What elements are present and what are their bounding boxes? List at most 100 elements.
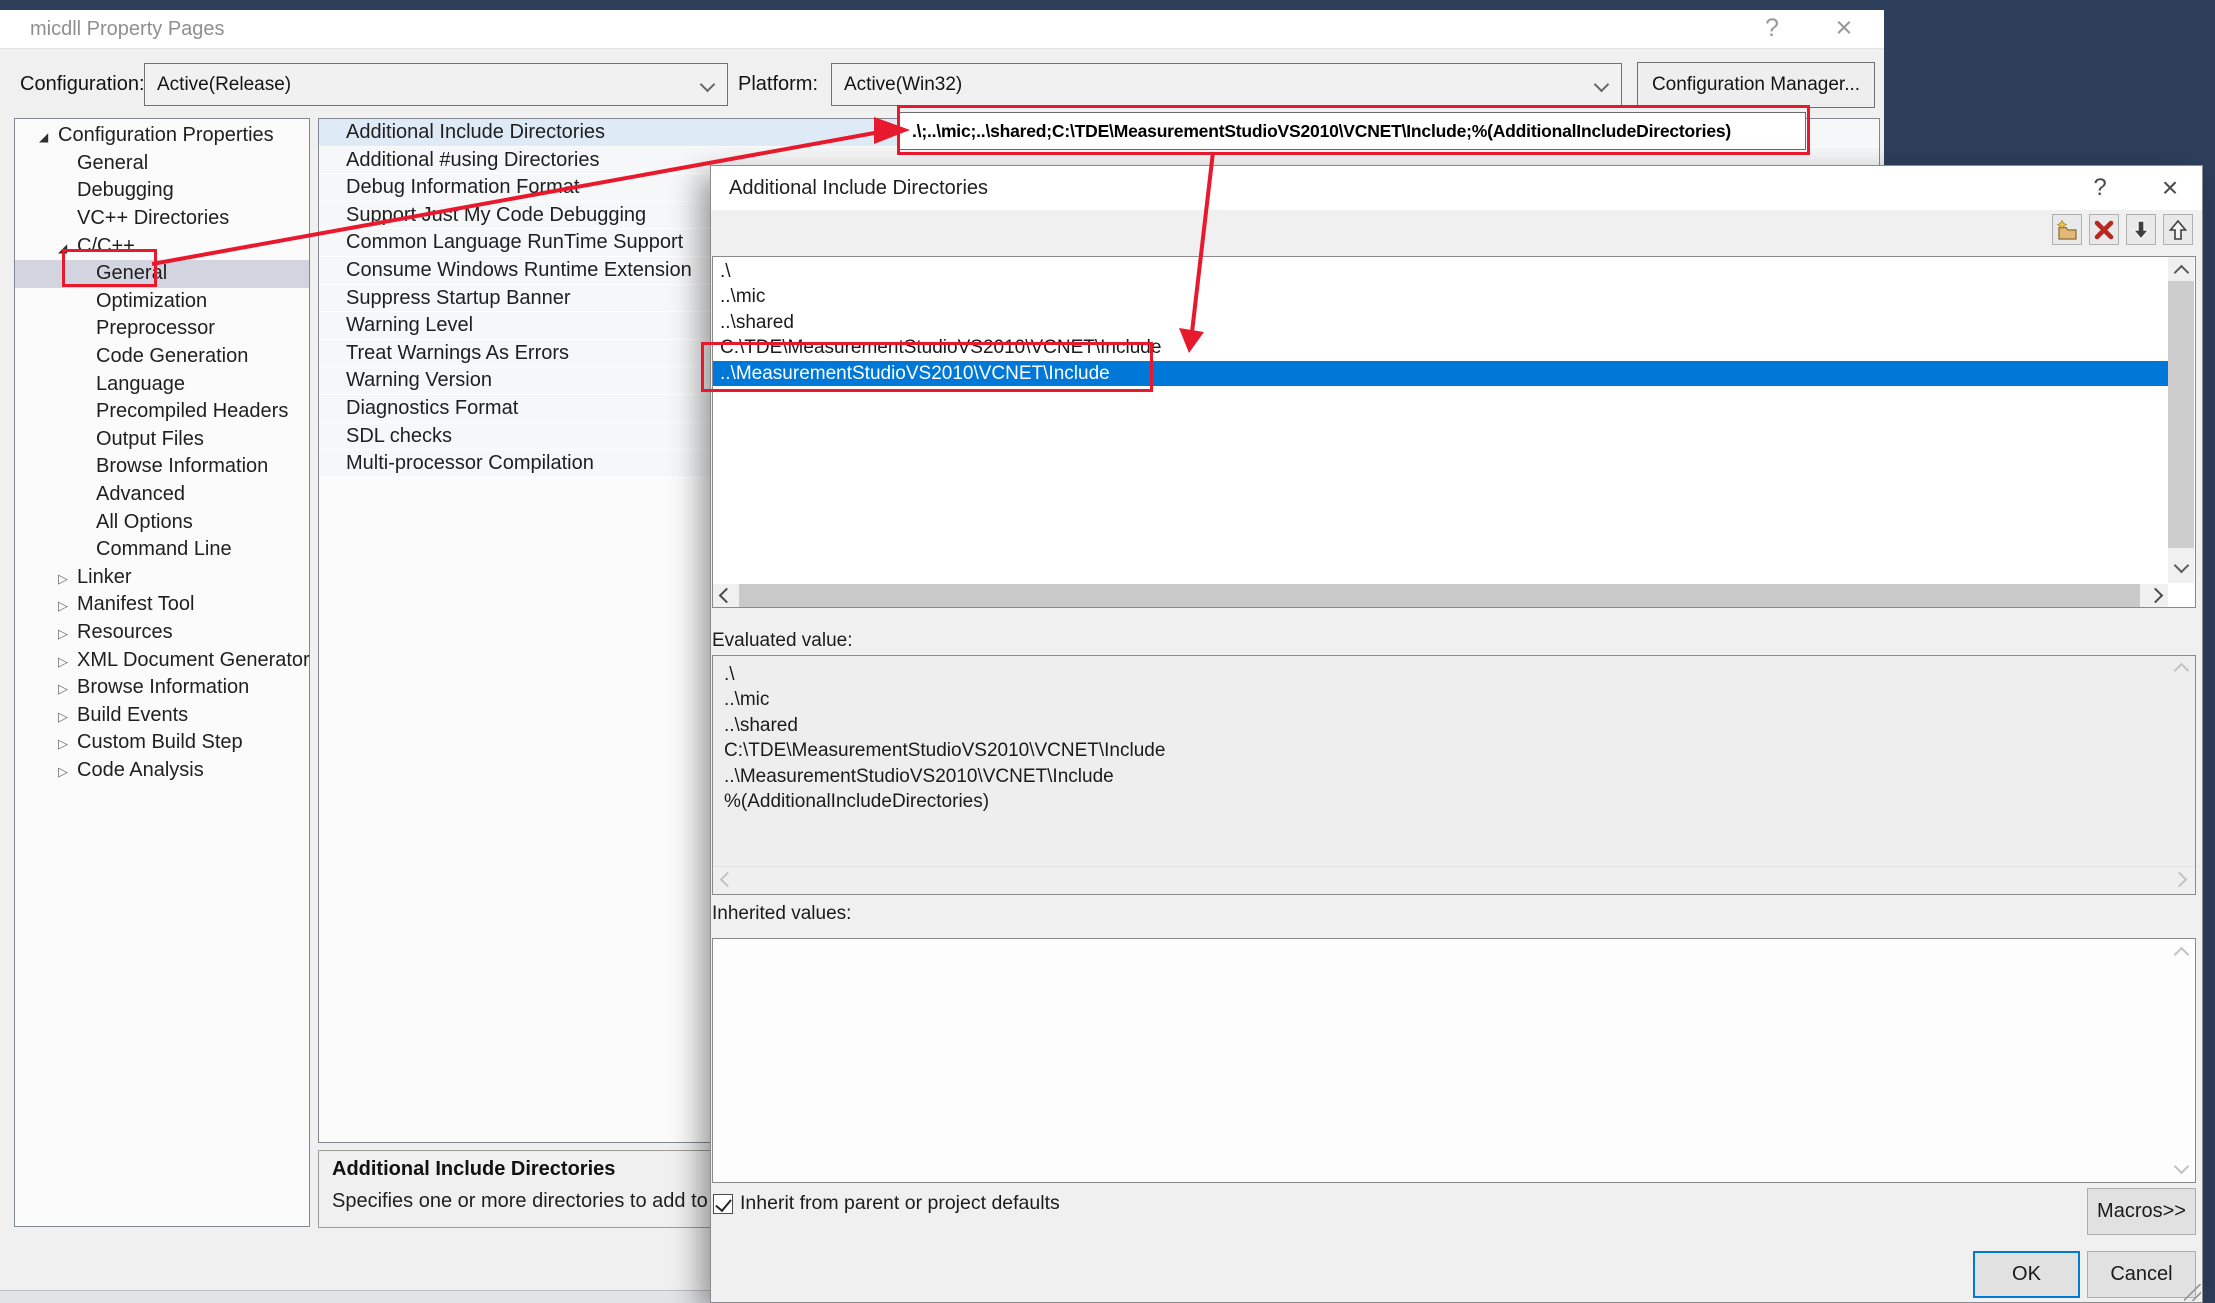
scroll-left-icon[interactable] <box>713 584 739 607</box>
inherit-defaults-checkbox[interactable] <box>713 1194 733 1214</box>
tree-item-label: VC++ Directories <box>77 207 229 230</box>
evaluated-value-lines: .\ ..\mic ..\shared C:\TDE\MeasurementSt… <box>724 662 1165 814</box>
directory-list-item[interactable]: ..\mic <box>713 284 2168 309</box>
scroll-right-icon[interactable] <box>2142 584 2168 607</box>
tree-item-language[interactable]: Language <box>15 370 309 398</box>
expand-arrow-icon[interactable] <box>58 593 77 616</box>
tree-item-linker[interactable]: Linker <box>15 564 309 592</box>
scroll-right-icon[interactable] <box>2166 866 2192 893</box>
tree-item-label: Preprocessor <box>96 317 215 340</box>
list-hscroll-thumb[interactable] <box>739 584 2140 607</box>
config-tree: Configuration PropertiesGeneralDebugging… <box>14 118 310 1227</box>
configuration-label: Configuration: <box>20 63 145 106</box>
close-icon[interactable]: × <box>1818 10 1870 48</box>
tree-item-optimization[interactable]: Optimization <box>15 288 309 316</box>
expand-arrow-icon[interactable] <box>58 759 77 782</box>
expand-arrow-icon[interactable] <box>58 704 77 727</box>
move-up-button[interactable] <box>2163 214 2193 245</box>
tree-item-general[interactable]: General <box>15 150 309 178</box>
tree-item-label: Optimization <box>96 290 207 313</box>
evaluated-hscrollbar[interactable] <box>713 866 2195 894</box>
tree-item-output-files[interactable]: Output Files <box>15 426 309 454</box>
new-line-icon <box>2055 218 2079 242</box>
tree-item-resources[interactable]: Resources <box>15 619 309 647</box>
expand-arrow-icon[interactable] <box>58 676 77 699</box>
tree-item-browse-information[interactable]: Browse Information <box>15 453 309 481</box>
move-up-icon <box>2166 218 2190 242</box>
tree-item-label: Browse Information <box>96 455 268 478</box>
tree-item-configuration-properties[interactable]: Configuration Properties <box>15 122 309 150</box>
expand-arrow-icon[interactable] <box>58 649 77 672</box>
tree-item-build-events[interactable]: Build Events <box>15 701 309 729</box>
tree-item-custom-build-step[interactable]: Custom Build Step <box>15 729 309 757</box>
delete-button[interactable] <box>2089 214 2119 245</box>
platform-dropdown[interactable]: Active(Win32) <box>831 63 1622 106</box>
platform-label: Platform: <box>738 63 818 106</box>
tree-item-label: Advanced <box>96 483 185 506</box>
expand-arrow-icon[interactable] <box>58 731 77 754</box>
inherited-values-label: Inherited values: <box>712 903 851 925</box>
inherited-values-box <box>712 938 2196 1183</box>
scroll-down-icon[interactable] <box>2168 1154 2194 1178</box>
directory-list-item[interactable]: C:\TDE\MeasurementStudioVS2010\VCNET\Inc… <box>713 335 2168 360</box>
scroll-down-icon[interactable] <box>2168 553 2194 577</box>
configuration-value: Active(Release) <box>157 64 291 105</box>
additional-include-directories-value[interactable]: .\;..\mic;..\shared;C:\TDE\MeasurementSt… <box>898 112 1806 150</box>
tree-item-c-c-[interactable]: C/C++ <box>15 232 309 260</box>
scroll-up-icon[interactable] <box>2168 942 2194 966</box>
tree-item-code-analysis[interactable]: Code Analysis <box>15 757 309 785</box>
tree-item-vc-directories[interactable]: VC++ Directories <box>15 205 309 233</box>
move-down-button[interactable] <box>2126 214 2156 245</box>
tree-item-manifest-tool[interactable]: Manifest Tool <box>15 591 309 619</box>
ok-button[interactable]: OK <box>1973 1251 2080 1298</box>
tree-item-label: Browse Information <box>77 676 249 699</box>
tree-item-label: Code Analysis <box>77 759 204 782</box>
tree-item-label: Precompiled Headers <box>96 400 288 423</box>
inherit-defaults-label: Inherit from parent or project defaults <box>740 1192 1060 1215</box>
cancel-button[interactable]: Cancel <box>2087 1251 2196 1298</box>
collapse-arrow-icon[interactable] <box>39 124 58 147</box>
tree-item-label: C/C++ <box>77 235 135 258</box>
tree-item-label: XML Document Generator <box>77 649 310 672</box>
tree-item-advanced[interactable]: Advanced <box>15 481 309 509</box>
directory-list-item[interactable]: ..\shared <box>713 310 2168 335</box>
window-title: micdll Property Pages <box>30 10 225 48</box>
configuration-manager-button[interactable]: Configuration Manager... <box>1637 62 1875 108</box>
tree-item-general[interactable]: General <box>15 260 309 288</box>
tree-item-command-line[interactable]: Command Line <box>15 536 309 564</box>
dialog-close-icon[interactable]: × <box>2146 168 2194 208</box>
directory-list-item[interactable]: ..\MeasurementStudioVS2010\VCNET\Include <box>713 361 2168 386</box>
platform-value: Active(Win32) <box>844 64 962 105</box>
macros-button[interactable]: Macros>> <box>2087 1188 2196 1235</box>
tree-item-xml-document-generator[interactable]: XML Document Generator <box>15 646 309 674</box>
tree-item-browse-information[interactable]: Browse Information <box>15 674 309 702</box>
tree-item-label: Build Events <box>77 704 188 727</box>
chevron-down-icon <box>1594 77 1610 93</box>
tree-item-label: Command Line <box>96 538 232 561</box>
dialog-help-icon[interactable]: ? <box>2078 168 2122 208</box>
configuration-dropdown[interactable]: Active(Release) <box>144 63 728 106</box>
tree-item-all-options[interactable]: All Options <box>15 508 309 536</box>
list-vscroll-thumb[interactable] <box>2168 281 2194 548</box>
new-line-button[interactable] <box>2052 214 2082 245</box>
tree-item-label: Configuration Properties <box>58 124 274 147</box>
help-icon[interactable]: ? <box>1748 10 1796 48</box>
description-text: Specifies one or more directories to add… <box>332 1190 762 1213</box>
scroll-left-icon[interactable] <box>714 866 740 893</box>
description-title: Additional Include Directories <box>332 1158 615 1181</box>
tree-item-label: Language <box>96 373 185 396</box>
check-icon <box>715 1195 732 1212</box>
collapse-arrow-icon[interactable] <box>58 235 77 258</box>
tree-item-precompiled-headers[interactable]: Precompiled Headers <box>15 398 309 426</box>
tree-item-debugging[interactable]: Debugging <box>15 177 309 205</box>
scroll-up-icon[interactable] <box>2168 658 2194 682</box>
resize-grip[interactable] <box>2184 1284 2201 1301</box>
tree-item-code-generation[interactable]: Code Generation <box>15 343 309 371</box>
directory-list-item[interactable]: .\ <box>713 259 2168 284</box>
screen: micdll Property Pages ? × Configuration:… <box>0 0 2215 1303</box>
tree-item-preprocessor[interactable]: Preprocessor <box>15 315 309 343</box>
expand-arrow-icon[interactable] <box>58 566 77 589</box>
chevron-down-icon <box>700 77 716 93</box>
dialog-title: Additional Include Directories <box>729 166 988 210</box>
expand-arrow-icon[interactable] <box>58 621 77 644</box>
